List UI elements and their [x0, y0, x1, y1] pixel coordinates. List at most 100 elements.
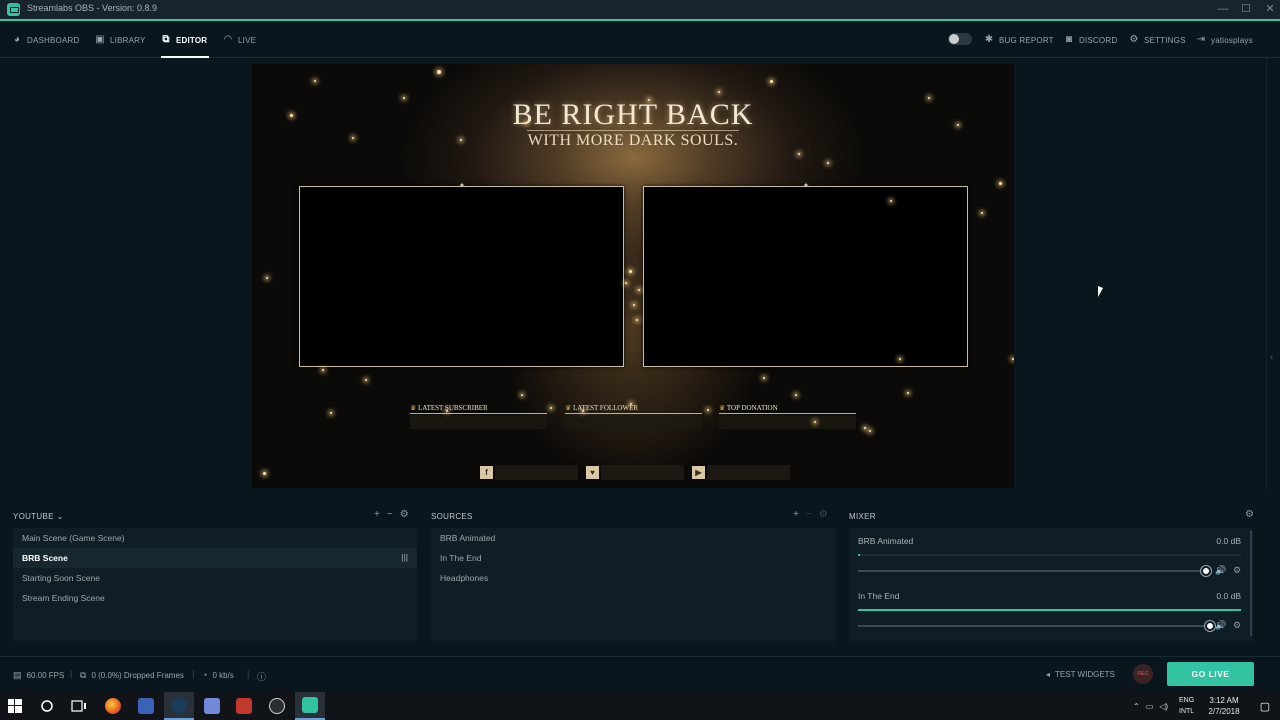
nav-bug-report[interactable]: ✱ BUG REPORT	[984, 33, 1054, 47]
test-widgets-button[interactable]: ◂ TEST WIDGETS	[1046, 670, 1115, 679]
nav-settings[interactable]: ⚙ SETTINGS	[1129, 33, 1186, 47]
nav-live-label: LIVE	[238, 35, 257, 45]
sources-tools: + − ⚙	[793, 509, 828, 521]
ticker-line	[719, 413, 856, 414]
mixer-settings-icon[interactable]: ⚙	[1245, 509, 1254, 521]
sources-title: SOURCES	[431, 511, 473, 521]
nav-user[interactable]: ⇥ yatiosplays	[1196, 33, 1253, 47]
source-label: In The End	[440, 553, 482, 563]
network-icon[interactable]: ▭	[1146, 702, 1154, 711]
volume-icon[interactable]: 🔊	[1215, 565, 1226, 576]
nav-library[interactable]: ▣ LIBRARY	[95, 33, 146, 47]
clock-date: 2/7/2018	[1208, 707, 1240, 716]
scene-settings-icon[interactable]: ⚙	[400, 509, 409, 521]
taskbar-steam[interactable]	[164, 692, 194, 720]
action-center-button[interactable]: ▢	[1250, 692, 1280, 720]
studio-preview[interactable]: BE RIGHT BACK WITH MORE DARK SOULS. ✦ ✦ …	[252, 64, 1014, 488]
minimize-icon[interactable]: —	[1216, 2, 1230, 16]
taskbar-voicemeeter[interactable]	[229, 692, 259, 720]
audio-meter-fill	[858, 554, 860, 556]
cpu-icon: ▤	[13, 670, 22, 680]
mixer-scrollbar[interactable]	[1250, 531, 1252, 636]
brb-title: BE RIGHT BACK	[512, 98, 754, 131]
add-scene-icon[interactable]: +	[374, 509, 380, 521]
remove-source-icon[interactable]: −	[806, 509, 812, 521]
collapse-chevron-icon[interactable]: ‹	[1270, 352, 1273, 363]
nav-editor[interactable]: ⧉ EDITOR	[161, 33, 207, 47]
social-bar	[495, 465, 578, 480]
nav-user-label: yatiosplays	[1211, 35, 1253, 45]
taskbar-discord[interactable]	[197, 692, 227, 720]
record-button[interactable]: REC	[1133, 664, 1153, 684]
input-language[interactable]: ENG INTL	[1179, 695, 1194, 717]
bitrate-value: 0 kb/s	[212, 670, 234, 680]
remove-scene-icon[interactable]: −	[387, 509, 393, 521]
social-bar	[707, 465, 790, 480]
volume-slider[interactable]	[858, 566, 1211, 576]
scene-row[interactable]: Main Scene (Game Scene)	[13, 528, 417, 548]
chevron-down-icon: ⌄	[56, 511, 64, 521]
nav-live[interactable]: ◠ LIVE	[223, 33, 256, 47]
ticker-latest-follower: LATEST FOLLOWER	[565, 404, 702, 430]
spark-particle	[1012, 358, 1014, 360]
stat-divider: |	[192, 669, 195, 679]
taskbar-obs[interactable]	[262, 692, 292, 720]
mixer-panel: BRB Animated 0.0 dB 🔊 ⚙ In The End 0.0 d…	[849, 528, 1253, 641]
scene-row[interactable]: Starting Soon Scene	[13, 568, 417, 588]
volume-icon[interactable]: 🔊	[1215, 620, 1226, 631]
taskbar-save-app[interactable]	[131, 692, 161, 720]
spark-particle	[999, 182, 1002, 185]
taskbar-clock[interactable]: 3:12 AM 2/7/2018	[1204, 695, 1244, 717]
spark-particle	[707, 409, 709, 411]
nav-dashboard-label: DASHBOARD	[27, 35, 80, 45]
nav-dashboard[interactable]: ◕ DASHBOARD	[12, 33, 79, 47]
volume-slider[interactable]	[858, 621, 1215, 631]
dropped-frames-value: 0 (0.0%) Dropped Frames	[91, 671, 184, 680]
volume-slider-knob[interactable]	[1205, 621, 1215, 631]
source-settings-icon[interactable]: ⚙	[819, 509, 828, 521]
spark-particle	[322, 369, 324, 371]
spark-particle	[638, 289, 640, 291]
scenes-header[interactable]: YOUTUBE ⌄	[13, 510, 64, 522]
arrow-left-icon: ◂	[1046, 670, 1051, 679]
gear-icon[interactable]: ⚙	[1233, 620, 1241, 631]
ticker-label: TOP DONATION	[719, 404, 778, 412]
task-view-button[interactable]	[64, 692, 94, 720]
source-row[interactable]: In The End	[431, 548, 836, 568]
search-button[interactable]	[32, 692, 62, 720]
scene-row-selected[interactable]: BRB Scene |||	[13, 548, 417, 568]
night-mode-toggle[interactable]	[948, 33, 972, 45]
sources-panel: BRB Animated In The End Headphones	[431, 528, 836, 641]
close-icon[interactable]: ✕	[1263, 2, 1277, 16]
volume-slider-knob[interactable]	[1201, 566, 1211, 576]
source-label: BRB Animated	[440, 533, 496, 543]
show-hidden-icons-icon[interactable]: ⌃	[1133, 702, 1140, 711]
nav-bug-report-label: BUG REPORT	[999, 35, 1054, 45]
nav-editor-label: EDITOR	[176, 35, 208, 45]
source-row[interactable]: Headphones	[431, 568, 836, 588]
spark-particle	[630, 403, 632, 405]
taskbar-firefox[interactable]	[98, 692, 128, 720]
start-button[interactable]	[0, 692, 30, 720]
task-view-icon	[71, 700, 86, 712]
obs-icon	[269, 698, 285, 714]
info-icon[interactable]: ⓘ	[257, 670, 266, 683]
dropped-frames-stat: ⧉ 0 (0.0%) Dropped Frames	[80, 670, 184, 681]
drag-handle-icon[interactable]: |||	[401, 548, 408, 568]
scene-row[interactable]: Stream Ending Scene	[13, 588, 417, 608]
spark-particle	[648, 99, 650, 101]
social-facebook: f	[480, 465, 578, 480]
stat-divider: |	[247, 669, 250, 679]
info-stat[interactable]: ⓘ	[257, 670, 266, 683]
gear-icon[interactable]: ⚙	[1233, 565, 1241, 576]
add-source-icon[interactable]: +	[793, 509, 799, 521]
go-live-button[interactable]: GO LIVE	[1167, 662, 1254, 686]
maximize-icon[interactable]: ☐	[1239, 2, 1253, 16]
source-row[interactable]: BRB Animated	[431, 528, 836, 548]
taskbar-streamlabs[interactable]	[295, 692, 325, 720]
discord-icon	[204, 698, 220, 714]
volume-icon[interactable]: ◁)	[1159, 702, 1168, 711]
scenes-panel: Main Scene (Game Scene) BRB Scene ||| Sta…	[13, 528, 417, 641]
ticker-box	[410, 415, 547, 429]
nav-discord[interactable]: ◙ DISCORD	[1064, 33, 1117, 47]
